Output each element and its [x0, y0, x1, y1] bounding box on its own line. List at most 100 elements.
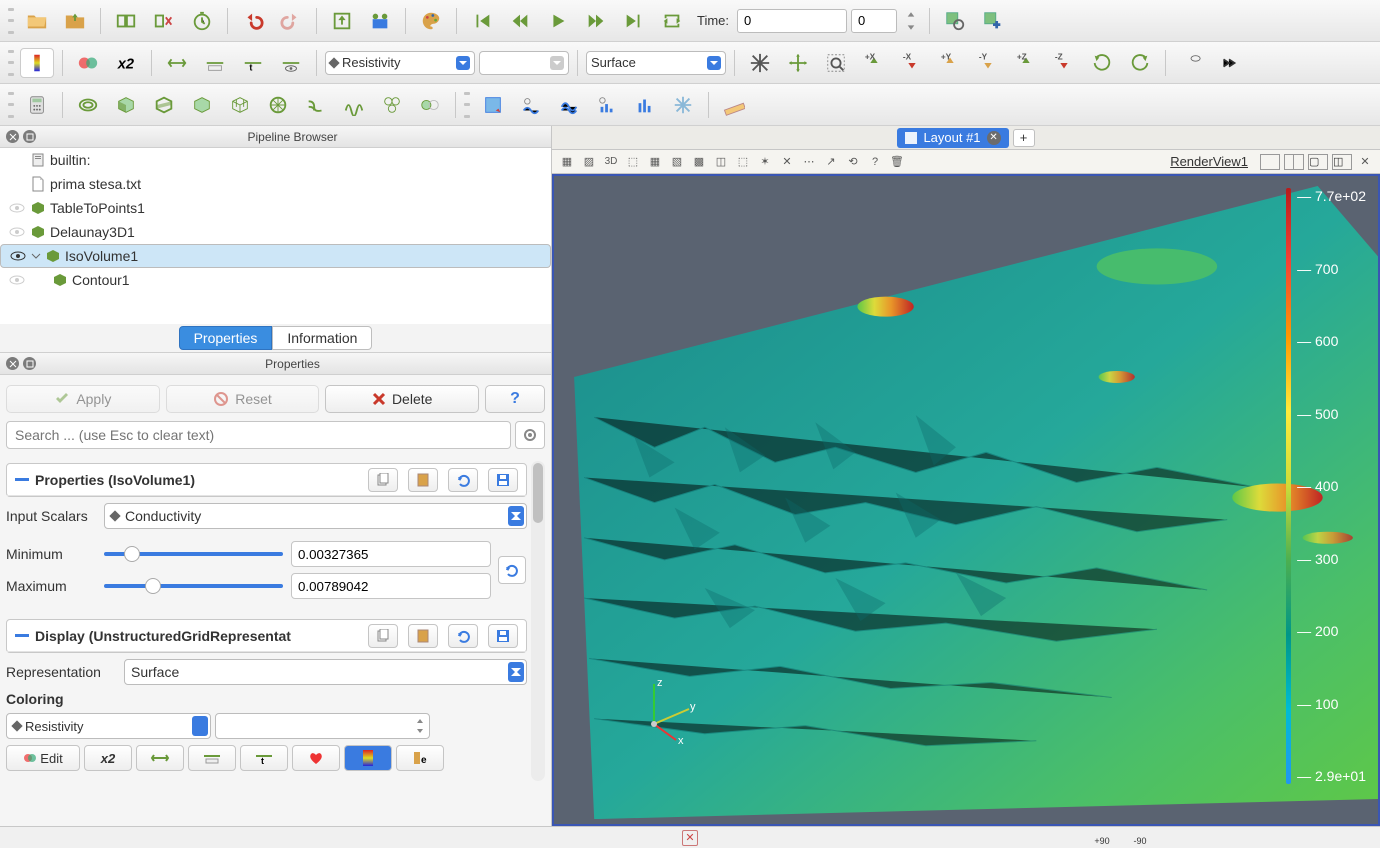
copy-button[interactable]: [368, 468, 398, 492]
reset-section-button[interactable]: [448, 624, 478, 648]
render-tool-icon[interactable]: ⬚: [624, 153, 642, 171]
time-step-input[interactable]: [851, 9, 897, 33]
render-mode-3d[interactable]: 3D: [602, 153, 620, 171]
pipeline-item[interactable]: Delaunay3D1: [0, 220, 551, 244]
panel-undock-icon[interactable]: [23, 357, 36, 370]
representation-prop-select[interactable]: Surface: [124, 659, 527, 685]
color-component-select[interactable]: [479, 51, 569, 75]
render-tool-icon[interactable]: ◫: [712, 153, 730, 171]
rotate-plus90-button[interactable]: +90: [1085, 48, 1119, 78]
separate-colormap-button[interactable]: x2: [84, 745, 132, 771]
warp-button[interactable]: [337, 90, 371, 120]
pipeline-item[interactable]: TableToPoints1: [0, 196, 551, 220]
reset-camera-button[interactable]: [743, 48, 777, 78]
pipeline-item[interactable]: prima stesa.txt: [0, 172, 551, 196]
rescale-temporal-button[interactable]: t: [236, 48, 270, 78]
disconnect-button[interactable]: [147, 6, 181, 36]
render-tool-icon[interactable]: ⬚: [734, 153, 752, 171]
panel-close-icon[interactable]: [6, 357, 19, 370]
close-view-button[interactable]: ✕: [1356, 153, 1374, 171]
render-tool-icon[interactable]: ⋯: [800, 153, 818, 171]
advanced-toggle-button[interactable]: [515, 421, 545, 449]
rotate-minus90-button[interactable]: -90: [1123, 48, 1157, 78]
render-tool-icon[interactable]: ▩: [690, 153, 708, 171]
save-state-button[interactable]: [58, 6, 92, 36]
render-tool-icon[interactable]: ▦: [646, 153, 664, 171]
status-close-button[interactable]: ✕: [682, 830, 698, 846]
coloring-select[interactable]: Resistivity: [6, 713, 211, 739]
view-yminus-button[interactable]: -Y: [971, 48, 1005, 78]
toolbar-grip[interactable]: [8, 8, 14, 34]
render-tool-icon[interactable]: ?: [866, 153, 884, 171]
minimum-input[interactable]: [291, 541, 491, 567]
glyph-button[interactable]: [261, 90, 295, 120]
first-frame-button[interactable]: [465, 6, 499, 36]
stream-tracer-button[interactable]: [299, 90, 333, 120]
panel-close-icon[interactable]: [6, 130, 19, 143]
undo-button[interactable]: [236, 6, 270, 36]
collapse-icon[interactable]: [15, 632, 29, 640]
render-tool-icon[interactable]: ▧: [668, 153, 686, 171]
ruler-button[interactable]: [717, 90, 751, 120]
animation-view-button[interactable]: [514, 90, 548, 120]
split-horizontal-button[interactable]: [1260, 154, 1280, 170]
toolbar-grip[interactable]: [8, 92, 14, 118]
view-xminus-button[interactable]: -X: [895, 48, 929, 78]
rescale-visible-button[interactable]: [274, 48, 308, 78]
histogram-button[interactable]: [590, 90, 624, 120]
coloring-component-select[interactable]: [215, 713, 430, 739]
edit-colormap-button[interactable]: Edit: [6, 745, 80, 771]
scalar-bar-toggle[interactable]: [344, 745, 392, 771]
edit-color-map-button[interactable]: [71, 48, 105, 78]
snowflake-button[interactable]: [666, 90, 700, 120]
next-frame-button[interactable]: [579, 6, 613, 36]
pipeline-tree[interactable]: builtin: prima stesa.txt TableToPoints1 …: [0, 148, 551, 324]
representation-select[interactable]: Surface: [586, 51, 726, 75]
plot-data-button[interactable]: [628, 90, 662, 120]
save-section-button[interactable]: [488, 468, 518, 492]
favorites-button[interactable]: [292, 745, 340, 771]
threshold-button[interactable]: [185, 90, 219, 120]
render-tool-icon[interactable]: ✕: [778, 153, 796, 171]
toolbar-overflow-button[interactable]: [1212, 48, 1246, 78]
timer-button[interactable]: [185, 6, 219, 36]
separate-color-map-button[interactable]: x2: [109, 48, 143, 78]
maximum-input[interactable]: [291, 573, 491, 599]
tab-information[interactable]: Information: [272, 326, 372, 350]
contour-button[interactable]: [71, 90, 105, 120]
paste-button[interactable]: [408, 624, 438, 648]
selection-display-button[interactable]: [476, 90, 510, 120]
clip-button[interactable]: [109, 90, 143, 120]
extract-level-button[interactable]: [413, 90, 447, 120]
view-yplus-button[interactable]: +Y: [933, 48, 967, 78]
scrollbar[interactable]: [531, 461, 545, 781]
rescale-range-button[interactable]: [160, 48, 194, 78]
prev-frame-button[interactable]: [503, 6, 537, 36]
scalar-bar-button[interactable]: [20, 48, 54, 78]
collapse-icon[interactable]: [15, 476, 29, 484]
pick-center-button[interactable]: [1174, 48, 1208, 78]
tree-collapse-icon[interactable]: [31, 251, 41, 261]
copy-button[interactable]: [368, 624, 398, 648]
group-button[interactable]: [375, 90, 409, 120]
render-tool-icon[interactable]: ▨: [580, 153, 598, 171]
zoom-to-box-button[interactable]: [819, 48, 853, 78]
find-data-button[interactable]: [938, 6, 972, 36]
load-state-button[interactable]: [325, 6, 359, 36]
render-tool-icon[interactable]: 🗑: [888, 153, 906, 171]
open-file-button[interactable]: [20, 6, 54, 36]
save-section-button[interactable]: [488, 624, 518, 648]
connect-button[interactable]: [109, 6, 143, 36]
help-button[interactable]: ?: [485, 385, 545, 413]
range-refresh-button[interactable]: [498, 556, 526, 584]
toolbar-grip[interactable]: [8, 50, 14, 76]
visibility-eye-icon[interactable]: [8, 271, 26, 289]
calculator-button[interactable]: [20, 90, 54, 120]
fetch-button[interactable]: [363, 6, 397, 36]
layout-tab[interactable]: Layout #1 ✕: [897, 128, 1008, 148]
render-tool-icon[interactable]: ↗: [822, 153, 840, 171]
pipeline-builtin[interactable]: builtin:: [0, 148, 551, 172]
render-tool-icon[interactable]: ⟲: [844, 153, 862, 171]
input-scalars-select[interactable]: Conductivity: [104, 503, 527, 529]
new-layout-button[interactable]: +: [1013, 129, 1035, 147]
